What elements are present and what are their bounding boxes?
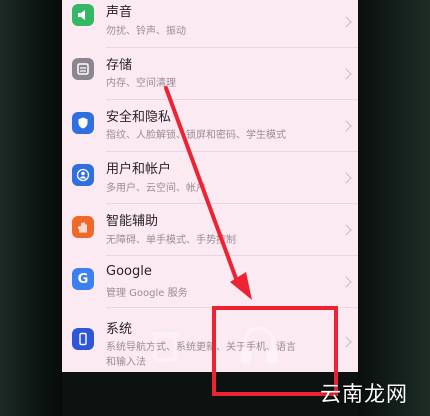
annotation-arrow xyxy=(164,86,240,286)
watermark: 云南龙网 xyxy=(320,382,408,406)
